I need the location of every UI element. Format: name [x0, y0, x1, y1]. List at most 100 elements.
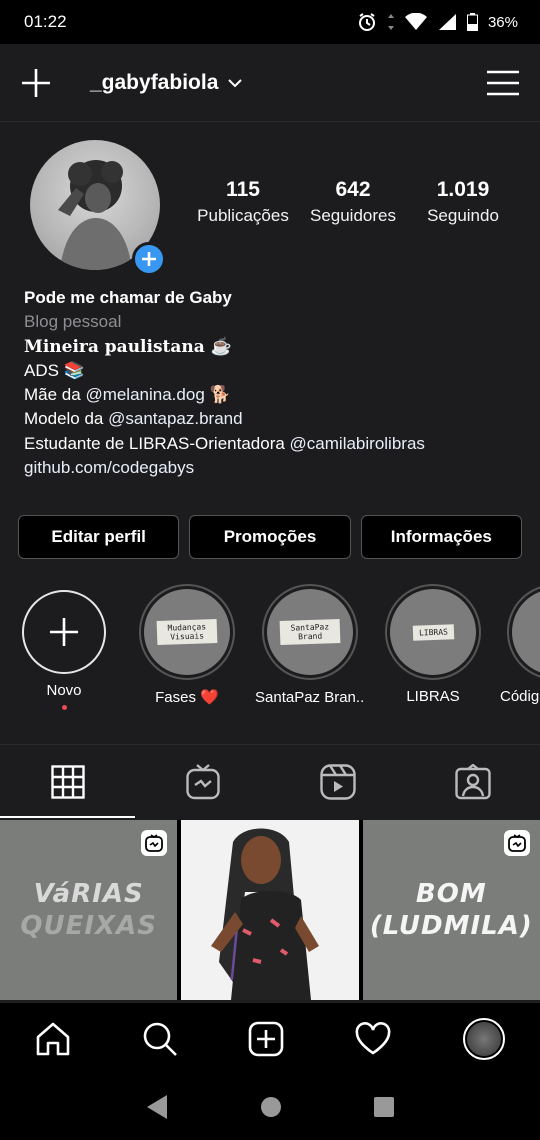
- stat-posts[interactable]: 115 Publicações: [188, 178, 298, 226]
- post-photo: [181, 820, 359, 1000]
- bio-line-3-prefix: Mãe da: [24, 385, 86, 405]
- stat-posts-value: 115: [226, 178, 260, 201]
- bio-line-3: Mãe da @melanina.dog 🐕: [24, 383, 524, 407]
- bio-line-5-prefix: Estudante de LIBRAS-Orientadora: [24, 433, 290, 453]
- highlight-ring: Mudanças Visuais: [139, 584, 235, 680]
- stat-followers-value: 642: [335, 178, 371, 201]
- post-thumbnail[interactable]: [181, 820, 359, 1000]
- hamburger-menu-icon[interactable]: [486, 69, 520, 97]
- bio-line-4-prefix: Modelo da: [24, 409, 109, 429]
- create-post-icon[interactable]: [248, 1021, 284, 1057]
- profile-header: 115 Publicações 642 Seguidores 1.019 Seg…: [0, 122, 540, 282]
- tab-grid[interactable]: [0, 745, 135, 818]
- new-notification-dot: [61, 705, 67, 710]
- highlight-label: LIBRAS: [406, 688, 460, 705]
- stat-following[interactable]: 1.019 Seguindo: [408, 178, 518, 226]
- highlight-fases[interactable]: Mudanças Visuais Fases ❤️: [132, 584, 242, 706]
- tagged-person-icon: [454, 763, 491, 799]
- post-text-line: (LUDMILA): [369, 911, 533, 941]
- username-label: _gabyfabiola: [90, 70, 219, 94]
- post-thumbnail[interactable]: VáRIAS QUEIXAS: [0, 820, 178, 1000]
- bio-line-2: ADS 📚: [24, 360, 85, 380]
- highlight-codigo[interactable]: Códig: [500, 584, 540, 705]
- post-thumbnail[interactable]: BOM (LUDMILA): [362, 820, 540, 1000]
- account-switcher[interactable]: _gabyfabiola: [90, 70, 243, 95]
- profile-top-bar: _gabyfabiola: [0, 44, 540, 122]
- post-text-line: VáRIAS: [33, 879, 144, 909]
- plus-icon: [50, 618, 78, 646]
- highlight-label: Códig: [500, 688, 540, 705]
- bio-line-3-suffix: 🐕: [204, 385, 231, 405]
- stat-following-label: Seguindo: [427, 206, 499, 225]
- status-icons: 36%: [357, 12, 518, 32]
- profile-display-name: Pode me chamar de Gaby: [24, 288, 232, 307]
- highlight-cover: SantaPaz Brand: [267, 589, 353, 675]
- highlight-new-ring: [22, 590, 106, 674]
- tab-igtv[interactable]: [135, 745, 270, 818]
- story-highlights: Novo Mudanças Visuais Fases ❤️ SantaPaz …: [0, 584, 540, 714]
- profile-tabs: [0, 744, 540, 818]
- mention-camilabiro[interactable]: @camilabirolibras: [290, 434, 425, 453]
- tab-tagged[interactable]: [405, 745, 540, 818]
- mention-santapaz[interactable]: @santapaz.brand: [108, 409, 242, 428]
- highlight-cover-text: SantaPaz Brand: [279, 618, 341, 646]
- plus-icon: [142, 252, 156, 266]
- bio-website-link[interactable]: github.com/codegabys: [24, 456, 524, 480]
- edit-profile-button[interactable]: Editar perfil: [18, 515, 180, 559]
- home-icon[interactable]: [35, 1021, 71, 1057]
- igtv-badge-icon: [141, 830, 168, 856]
- highlight-cover: [512, 589, 540, 675]
- stat-followers[interactable]: 642 Seguidores: [298, 178, 408, 226]
- profile-tab-avatar[interactable]: [462, 1017, 505, 1060]
- highlight-label: Fases ❤️: [155, 689, 219, 706]
- profile-actions: Editar perfil Promoções Informações: [18, 515, 522, 559]
- reels-icon: [319, 763, 356, 800]
- highlight-label: SantaPaz Bran...📱: [255, 689, 365, 706]
- post-text-line: BOM: [415, 879, 487, 909]
- chevron-down-icon: [228, 78, 243, 87]
- avatar: [466, 1021, 501, 1056]
- highlight-new[interactable]: Novo: [9, 584, 119, 710]
- back-triangle-icon[interactable]: [145, 1094, 169, 1120]
- bio-line-1: Mineira paulistana ☕: [24, 336, 232, 357]
- highlight-ring: SantaPaz Brand: [262, 584, 358, 680]
- highlight-santapaz[interactable]: SantaPaz Brand SantaPaz Bran...📱: [255, 584, 365, 706]
- highlight-ring: [507, 584, 540, 680]
- status-time: 01:22: [24, 12, 67, 31]
- profile-avatar[interactable]: [30, 140, 166, 276]
- highlight-cover-text: Mudanças Visuais: [156, 618, 218, 646]
- stat-posts-label: Publicações: [197, 206, 289, 225]
- add-story-badge[interactable]: [132, 242, 166, 276]
- tab-reels[interactable]: [270, 745, 405, 818]
- mention-melanina[interactable]: @melanina.dog: [85, 385, 204, 404]
- bottom-navigation: [0, 1002, 540, 1074]
- search-icon[interactable]: [142, 1021, 178, 1057]
- heart-icon[interactable]: [354, 1021, 392, 1056]
- highlight-libras[interactable]: LIBRAS LIBRAS: [378, 584, 488, 705]
- highlight-cover-text: LIBRAS: [412, 623, 454, 641]
- battery-percent: 36%: [487, 13, 518, 31]
- recents-square-icon[interactable]: [373, 1096, 395, 1118]
- promotions-button[interactable]: Promoções: [189, 515, 351, 559]
- post-grid: VáRIAS QUEIXAS BOM (LUDMILA): [0, 820, 540, 1000]
- profile-category: Blog pessoal: [24, 312, 122, 332]
- grid-icon: [50, 764, 85, 799]
- new-post-plus-icon[interactable]: [20, 67, 52, 99]
- highlight-cover: Mudanças Visuais: [144, 589, 230, 675]
- status-bar: 01:22 36%: [0, 0, 540, 44]
- home-circle-icon[interactable]: [260, 1096, 282, 1118]
- wifi-icon: [404, 13, 427, 30]
- stat-followers-label: Seguidores: [309, 206, 396, 225]
- system-navigation: [0, 1074, 540, 1140]
- bio-line-4: Modelo da @santapaz.brand: [24, 407, 524, 431]
- highlight-cover: LIBRAS: [390, 589, 476, 675]
- profile-stats: 115 Publicações 642 Seguidores 1.019 Seg…: [188, 178, 518, 226]
- post-text-line: QUEIXAS: [20, 911, 157, 941]
- insights-button[interactable]: Informações: [360, 515, 522, 559]
- highlight-ring: LIBRAS: [385, 584, 481, 680]
- stat-following-value: 1.019: [436, 178, 490, 201]
- igtv-badge-icon: [503, 830, 530, 856]
- bio-line-5: Estudante de LIBRAS-Orientadora @camilab…: [24, 432, 524, 456]
- highlight-label: Novo: [46, 682, 82, 699]
- data-arrows-icon: [387, 14, 394, 30]
